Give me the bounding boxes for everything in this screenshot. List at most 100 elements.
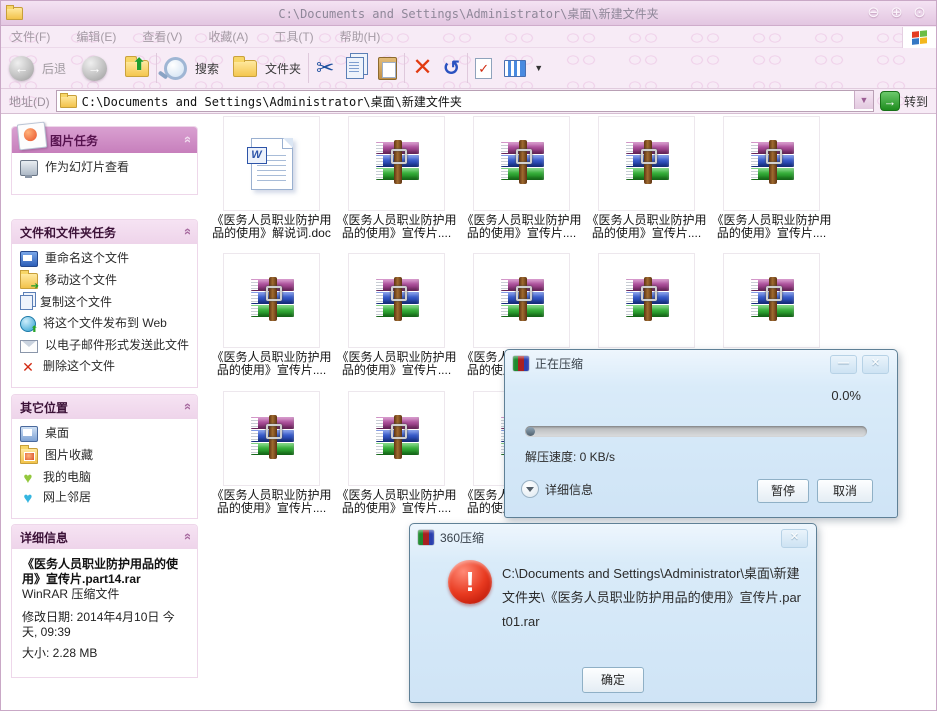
checkmark-doc-icon bbox=[475, 58, 492, 79]
dialog-close-button[interactable]: ✕ bbox=[781, 529, 808, 548]
error-dialog-title: 360压缩 bbox=[440, 529, 484, 546]
file-label: 《医务人员职业防护用品的使用》宣传片.... bbox=[459, 214, 584, 240]
details-toggle[interactable]: 详细信息 bbox=[521, 480, 593, 498]
360zip-icon bbox=[513, 356, 529, 371]
winrar-archive-icon bbox=[248, 279, 296, 322]
progress-fill bbox=[526, 427, 535, 436]
maximize-button[interactable]: ⊕ bbox=[888, 4, 905, 21]
compress-dialog: 正在压缩 — ✕ 0.0% 解压速度: 0 KB/s 详细信息 暂停 取消 bbox=[504, 349, 898, 518]
menu-view[interactable]: 查看(V) bbox=[142, 28, 182, 45]
file-label: 《医务人员职业防护用品的使用》宣传片.... bbox=[334, 214, 459, 240]
back-icon: ← bbox=[9, 56, 34, 81]
views-caret-icon: ▼ bbox=[534, 63, 543, 73]
properties-button[interactable] bbox=[475, 58, 492, 79]
file-thumbnail bbox=[348, 253, 445, 348]
winrar-archive-icon bbox=[248, 417, 296, 460]
up-button[interactable]: ⬆ bbox=[125, 60, 149, 77]
title-bar: C:\Documents and Settings\Administrator\… bbox=[1, 1, 936, 26]
go-label: 转到 bbox=[904, 93, 928, 110]
file-label: 《医务人员职业防护用品的使用》宣传片.... bbox=[209, 351, 334, 377]
search-icon bbox=[164, 57, 187, 80]
dialog-close-button[interactable]: ✕ bbox=[862, 355, 889, 374]
search-label: 搜索 bbox=[195, 60, 219, 77]
address-path: C:\Documents and Settings\Administrator\… bbox=[82, 93, 462, 110]
winrar-archive-icon bbox=[748, 279, 796, 322]
address-bar: 地址(D) C:\Documents and Settings\Administ… bbox=[1, 89, 936, 114]
forward-icon: → bbox=[82, 56, 107, 81]
go-button[interactable]: → bbox=[880, 91, 900, 111]
address-input[interactable]: C:\Documents and Settings\Administrator\… bbox=[56, 90, 874, 112]
file-item[interactable]: 《医务人员职业防护用品的使用》宣传片.... bbox=[709, 116, 834, 240]
address-folder-icon bbox=[60, 95, 77, 108]
winrar-archive-icon bbox=[373, 142, 421, 185]
file-thumbnail bbox=[348, 391, 445, 486]
cancel-button[interactable]: 取消 bbox=[817, 479, 873, 503]
file-item[interactable]: W 《医务人员职业防护用品的使用》解说词.doc bbox=[209, 116, 334, 240]
windows-logo bbox=[902, 27, 936, 48]
address-dropdown-button[interactable]: ▼ bbox=[854, 91, 873, 109]
cut-icon: ✂ bbox=[316, 57, 334, 79]
winrar-archive-icon bbox=[498, 279, 546, 322]
undo-icon: ↺ bbox=[443, 58, 461, 79]
dialog-minimize-button[interactable]: — bbox=[830, 355, 857, 374]
copy-button[interactable] bbox=[346, 57, 364, 79]
file-item[interactable]: 《医务人员职业防护用品的使用》宣传片.... bbox=[209, 253, 334, 377]
close-button[interactable]: ⊙ bbox=[911, 4, 928, 21]
file-thumbnail bbox=[473, 253, 570, 348]
error-dialog: 360压缩 ✕ ! C:\Documents and Settings\Admi… bbox=[409, 523, 817, 703]
file-item[interactable]: 《医务人员职业防护用品的使用》宣传片.... bbox=[584, 116, 709, 240]
speed-text: 解压速度: 0 KB/s bbox=[525, 448, 615, 465]
views-icon bbox=[504, 60, 526, 77]
winrar-archive-icon bbox=[373, 417, 421, 460]
file-thumbnail bbox=[223, 253, 320, 348]
file-label: 《医务人员职业防护用品的使用》宣传片.... bbox=[209, 489, 334, 515]
winrar-archive-icon bbox=[623, 142, 671, 185]
paste-button[interactable] bbox=[378, 57, 397, 80]
winrar-archive-icon bbox=[373, 279, 421, 322]
chevron-down-icon bbox=[521, 480, 539, 498]
file-label: 《医务人员职业防护用品的使用》宣传片.... bbox=[334, 489, 459, 515]
search-button[interactable]: 搜索 bbox=[164, 57, 219, 80]
folders-button[interactable]: 文件夹 bbox=[233, 60, 301, 77]
toolbar: ← 后退 → ⬆ 搜索 文件夹 ✂ ✕ ↺ ▼ bbox=[1, 48, 936, 89]
winrar-archive-icon bbox=[748, 142, 796, 185]
progress-percent: 0.0% bbox=[831, 388, 861, 403]
undo-button[interactable]: ↺ bbox=[443, 58, 461, 79]
folders-icon bbox=[233, 60, 257, 77]
file-item[interactable]: 《医务人员职业防护用品的使用》宣传片.... bbox=[334, 253, 459, 377]
file-item[interactable]: 《医务人员职业防护用品的使用》宣传片.... bbox=[334, 116, 459, 240]
file-item[interactable]: 《医务人员职业防护用品的使用》宣传片.... bbox=[459, 116, 584, 240]
ok-button[interactable]: 确定 bbox=[582, 667, 644, 693]
window-title: C:\Documents and Settings\Administrator\… bbox=[1, 5, 936, 22]
cut-button[interactable]: ✂ bbox=[316, 57, 334, 79]
copy-icon bbox=[346, 57, 364, 79]
error-message: C:\Documents and Settings\Administrator\… bbox=[502, 562, 804, 634]
file-label: 《医务人员职业防护用品的使用》宣传片.... bbox=[334, 351, 459, 377]
back-button[interactable]: ← 后退 bbox=[9, 56, 66, 81]
menu-edit[interactable]: 编辑(E) bbox=[76, 28, 116, 45]
up-folder-icon: ⬆ bbox=[125, 60, 149, 77]
error-dialog-titlebar: 360压缩 bbox=[410, 524, 816, 550]
paste-icon bbox=[378, 57, 397, 80]
address-label: 地址(D) bbox=[9, 93, 50, 110]
file-thumbnail bbox=[723, 253, 820, 348]
file-item[interactable]: 《医务人员职业防护用品的使用》宣传片.... bbox=[209, 391, 334, 515]
menu-help[interactable]: 帮助(H) bbox=[340, 28, 381, 45]
forward-button[interactable]: → bbox=[82, 56, 107, 81]
views-button[interactable]: ▼ bbox=[504, 60, 543, 77]
file-label: 《医务人员职业防护用品的使用》解说词.doc bbox=[209, 214, 334, 240]
file-thumbnail bbox=[598, 116, 695, 211]
back-label: 后退 bbox=[42, 60, 66, 77]
menu-file[interactable]: 文件(F) bbox=[11, 28, 50, 45]
menu-tools[interactable]: 工具(T) bbox=[274, 28, 313, 45]
folders-label: 文件夹 bbox=[265, 60, 301, 77]
file-item[interactable]: 《医务人员职业防护用品的使用》宣传片.... bbox=[334, 391, 459, 515]
pause-button[interactable]: 暂停 bbox=[757, 479, 809, 503]
winrar-archive-icon bbox=[498, 142, 546, 185]
minimize-button[interactable]: ⊖ bbox=[865, 4, 882, 21]
winrar-archive-icon bbox=[623, 279, 671, 322]
file-thumbnail bbox=[473, 116, 570, 211]
menu-favorites[interactable]: 收藏(A) bbox=[208, 28, 248, 45]
delete-button[interactable]: ✕ bbox=[412, 56, 432, 80]
file-thumbnail: W bbox=[223, 116, 320, 211]
